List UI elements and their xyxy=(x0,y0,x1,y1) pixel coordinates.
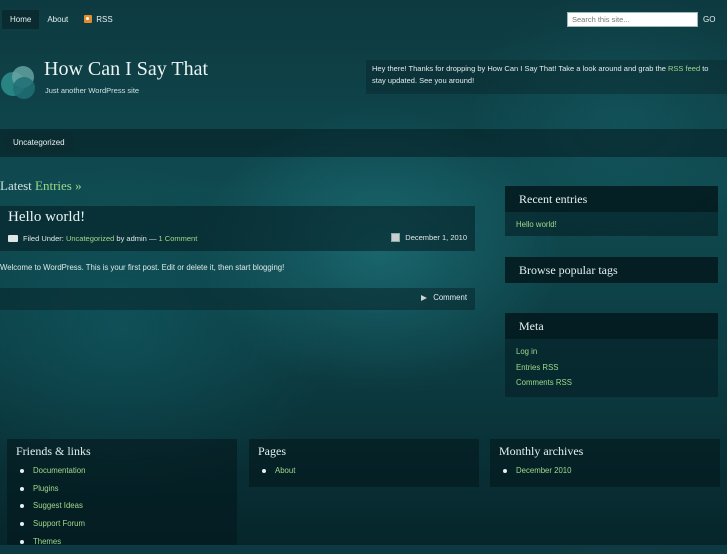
footer-friends-links: Friends & links Documentation Plugins Su… xyxy=(7,439,237,546)
friend-link-plugins[interactable]: Plugins xyxy=(20,484,237,502)
meta-comments-rss-link[interactable]: Comments RSS xyxy=(516,378,707,394)
footer-title-pages: Pages xyxy=(258,444,286,458)
post-header: Hello world! Filed Under: Uncategorized … xyxy=(0,206,475,251)
search-form: GO xyxy=(567,12,715,27)
friend-link-themes[interactable]: Themes xyxy=(20,537,237,554)
latest-prefix: Latest xyxy=(0,178,32,193)
comment-label: Comment xyxy=(433,293,467,302)
nav-home[interactable]: Home xyxy=(2,10,40,29)
search-input[interactable] xyxy=(567,12,698,27)
widget-popular-tags: Browse popular tags xyxy=(505,257,718,283)
comment-button[interactable]: Comment xyxy=(421,293,467,302)
post-footer: Comment xyxy=(0,288,475,310)
widget-title-recent: Recent entries xyxy=(505,186,718,212)
site-title[interactable]: How Can I Say That xyxy=(44,58,208,81)
archive-link-december-2010[interactable]: December 2010 xyxy=(503,466,720,484)
recent-entry-link[interactable]: Hello world! xyxy=(516,220,707,236)
widget-title-meta: Meta xyxy=(505,313,718,339)
footer-title-archives: Monthly archives xyxy=(499,444,584,458)
category-uncategorized[interactable]: Uncategorized xyxy=(4,133,74,153)
footer-monthly-archives: Monthly archives December 2010 xyxy=(490,439,720,487)
search-go-button[interactable]: GO xyxy=(703,15,715,24)
post-category-link[interactable]: Uncategorized xyxy=(66,234,114,243)
nav-rss[interactable]: RSS xyxy=(76,10,120,29)
latest-highlight: Entries » xyxy=(35,178,82,193)
calendar-icon xyxy=(391,233,401,242)
nav-rss-label: RSS xyxy=(96,15,113,24)
meta-entries-rss-link[interactable]: Entries RSS xyxy=(516,363,707,379)
post-date: December 1, 2010 xyxy=(391,233,467,242)
widget-recent-entries: Recent entries Hello world! xyxy=(505,186,718,236)
footer-pages: Pages About xyxy=(249,439,479,487)
nav-about[interactable]: About xyxy=(39,10,76,29)
friend-link-suggest-ideas[interactable]: Suggest Ideas xyxy=(20,501,237,519)
folder-icon xyxy=(8,235,18,242)
filed-under-label: Filed Under: xyxy=(23,234,64,243)
widget-title-tags: Browse popular tags xyxy=(505,257,718,283)
friend-link-documentation[interactable]: Documentation xyxy=(20,466,237,484)
welcome-message: Hey there! Thanks for dropping by How Ca… xyxy=(366,60,727,94)
post-body: Welcome to WordPress. This is your first… xyxy=(0,263,285,272)
category-bar: Uncategorized xyxy=(0,129,727,157)
widget-meta: Meta Log in Entries RSS Comments RSS xyxy=(505,313,718,397)
post-comments-link[interactable]: 1 Comment xyxy=(159,234,198,243)
welcome-text: Hey there! Thanks for dropping by How Ca… xyxy=(372,64,669,73)
footer-title-friends: Friends & links xyxy=(16,444,91,458)
meta-login-link[interactable]: Log in xyxy=(516,347,707,363)
arrow-right-icon xyxy=(421,294,428,301)
post-author: by admin — xyxy=(116,234,157,243)
post-meta: Filed Under: Uncategorized by admin — 1 … xyxy=(8,234,197,243)
friend-link-support-forum[interactable]: Support Forum xyxy=(20,519,237,537)
site-tagline: Just another WordPress site xyxy=(45,86,140,95)
latest-entries-heading: Latest Entries » xyxy=(0,178,82,194)
logo-icon xyxy=(1,66,35,99)
post-date-text: December 1, 2010 xyxy=(405,233,467,242)
page-link-about[interactable]: About xyxy=(262,466,479,484)
top-nav: Home About RSS xyxy=(2,10,121,29)
rss-icon xyxy=(84,15,93,23)
post-title[interactable]: Hello world! xyxy=(8,209,85,226)
rss-feed-link[interactable]: RSS feed xyxy=(668,64,700,73)
